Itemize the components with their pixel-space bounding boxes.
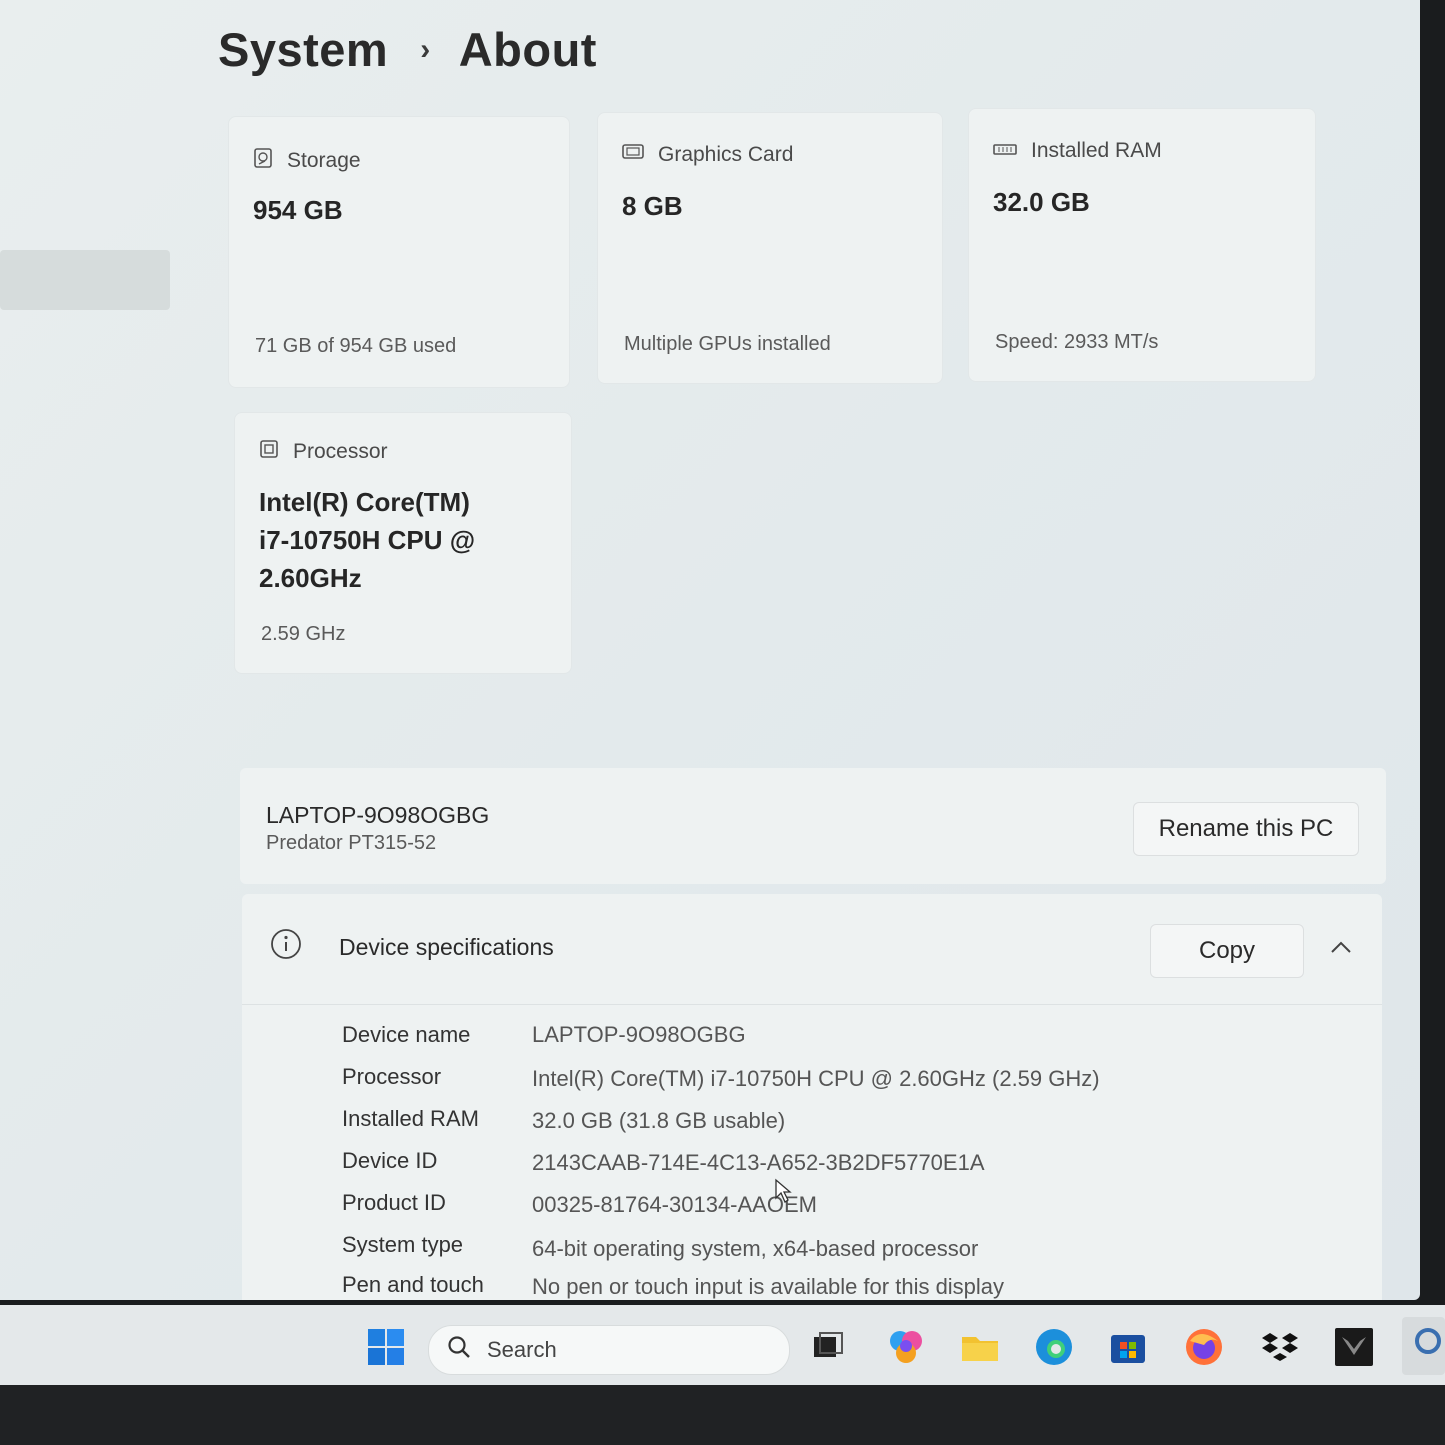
storage-usage: 71 GB of 954 GB used [255,335,457,357]
storage-card[interactable]: Storage 954 GB 71 GB of 954 GB used [228,116,570,388]
sidebar-selected-item[interactable] [0,250,170,310]
monitor-bezel [0,1385,1445,1445]
spec-label-installed-ram: Installed RAM [342,1106,479,1131]
ram-card[interactable]: Installed RAM 32.0 GB Speed: 2933 MT/s [968,108,1316,382]
file-explorer-icon[interactable] [960,1327,1000,1367]
settings-window: System › About Storage 954 GB 71 GB of 9… [0,0,1420,1300]
search-icon [447,1335,471,1365]
page-title: About [458,23,597,76]
copy-button[interactable]: Copy [1150,924,1304,978]
storage-card-header: Storage [253,147,361,175]
pc-name: LAPTOP-9O98OGBG [266,802,490,828]
spec-value-installed-ram: 32.0 GB (31.8 GB usable) [532,1108,786,1133]
ram-icon [993,139,1017,163]
pc-name-panel: LAPTOP-9O98OGBG Predator PT315-52 Rename… [240,768,1386,884]
taskbar: Search [0,1305,1445,1385]
spec-value-device-name: LAPTOP-9O98OGBG [532,1022,746,1047]
task-view-icon[interactable] [808,1327,848,1367]
device-specs-title: Device specifications [339,934,554,960]
device-specs-panel: Device specifications Copy Device name L… [242,894,1382,1300]
microsoft-store-icon[interactable] [1108,1327,1148,1367]
processor-speed: 2.59 GHz [261,623,346,645]
ram-card-header: Installed RAM [993,139,1162,163]
spec-label-processor: Processor [342,1064,442,1089]
info-icon [270,928,302,965]
device-specs-header[interactable]: Device specifications Copy [242,894,1382,1005]
ram-speed: Speed: 2933 MT/s [995,331,1159,353]
copilot-icon[interactable] [886,1327,926,1367]
graphics-card[interactable]: Graphics Card 8 GB Multiple GPUs install… [597,112,943,384]
spec-value-device-id: 2143CAAB-714E-4C13-A652-3B2DF5770E1A [532,1150,985,1175]
settings-gear-icon[interactable] [1402,1317,1445,1375]
processor-value-line2: i7-10750H CPU @ [259,525,476,555]
processor-value-line1: Intel(R) Core(TM) [259,487,470,517]
spec-label-pen-touch: Pen and touch [342,1272,484,1297]
processor-title: Processor [293,440,388,463]
ram-title: Installed RAM [1031,139,1162,162]
taskbar-search[interactable]: Search [428,1325,790,1375]
spec-label-system-type: System type [342,1232,464,1257]
dropbox-icon[interactable] [1260,1327,1300,1367]
processor-card[interactable]: Processor Intel(R) Core(TM) i7-10750H CP… [234,412,572,674]
storage-icon [253,147,273,175]
edge-browser-icon[interactable] [1034,1327,1074,1367]
graphics-sub: Multiple GPUs installed [624,333,831,355]
spec-label-device-name: Device name [342,1022,471,1047]
processor-icon [259,439,279,465]
mouse-cursor-icon [774,1178,792,1209]
graphics-value: 8 GB [622,191,683,221]
rename-pc-button[interactable]: Rename this PC [1133,802,1359,856]
ram-value: 32.0 GB [993,187,1090,217]
storage-title: Storage [287,149,361,172]
breadcrumb-parent[interactable]: System [218,22,388,77]
chevron-up-icon[interactable] [1330,940,1352,959]
processor-value: Intel(R) Core(TM) i7-10750H CPU @ 2.60GH… [259,483,559,597]
processor-value-line3: 2.60GHz [259,563,362,593]
predator-sense-icon[interactable] [1334,1327,1374,1367]
gpu-icon [622,143,644,167]
firefox-icon[interactable] [1184,1327,1224,1367]
spec-value-processor: Intel(R) Core(TM) i7-10750H CPU @ 2.60GH… [532,1066,1100,1091]
pc-model: Predator PT315-52 [266,832,437,854]
storage-value: 954 GB [253,195,343,225]
graphics-card-header: Graphics Card [622,143,793,167]
graphics-title: Graphics Card [658,143,794,166]
spec-label-device-id: Device ID [342,1148,438,1173]
spec-value-pen-touch: No pen or touch input is available for t… [532,1274,1005,1299]
processor-card-header: Processor [259,439,388,465]
breadcrumb-separator: › [420,32,431,66]
breadcrumb: System › About [218,22,597,77]
search-label: Search [487,1337,557,1362]
windows-start-icon[interactable] [366,1327,406,1367]
spec-value-system-type: 64-bit operating system, x64-based proce… [532,1236,979,1261]
spec-label-product-id: Product ID [342,1190,446,1215]
